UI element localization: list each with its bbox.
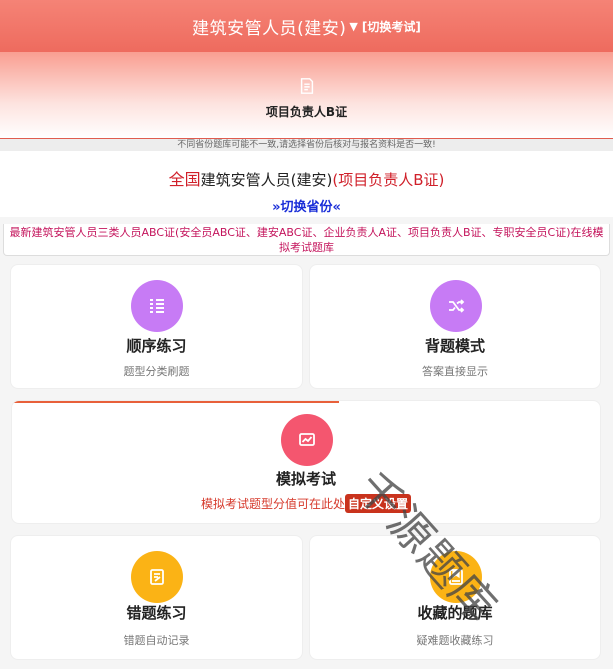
card-subtitle: 模拟考试题型分值可在此处 bbox=[200, 497, 345, 511]
top-header: 建筑安管人员(建安) ▼ [切换考试] bbox=[0, 0, 613, 52]
card-subtitle-row: 模拟考试题型分值可在此处 自定义设置 bbox=[12, 494, 600, 513]
exam-description: 最新建筑安管人员三类人员ABC证(安全员ABC证、建安ABC证、企业负责人A证、… bbox=[3, 224, 610, 256]
card-subtitle: 错题自动记录 bbox=[123, 634, 190, 647]
card-subtitle: 题型分类刷题 bbox=[123, 365, 190, 378]
card-title: 错题练习 bbox=[126, 604, 187, 622]
card-subtitle: 疑难题收藏练习 bbox=[416, 634, 494, 647]
category-label: 建筑安管人员(建安) bbox=[200, 171, 333, 189]
caret-down-icon[interactable]: ▼ bbox=[349, 20, 357, 33]
province-notice: 不同省份题库可能不一致,请选择省份后核对与报名资料是否一致! bbox=[0, 138, 613, 151]
exam-info: 全国建筑安管人员(建安)(项目负责人B证) »切换省份« bbox=[0, 151, 613, 217]
document-icon bbox=[300, 77, 313, 94]
card-title: 模拟考试 bbox=[275, 470, 336, 488]
switch-exam-link[interactable]: [切换考试] bbox=[362, 18, 421, 35]
memorize-mode-card[interactable]: 背题模式 答案直接显示 bbox=[309, 264, 601, 389]
subject-title: 项目负责人B证 bbox=[265, 104, 348, 119]
list-icon bbox=[131, 280, 183, 332]
region-label: 全国 bbox=[168, 170, 201, 189]
cert-label: (项目负责人B证) bbox=[332, 171, 445, 189]
favorites-card[interactable]: 收藏的题库 疑难题收藏练习 bbox=[309, 535, 601, 660]
card-title: 顺序练习 bbox=[126, 337, 187, 355]
custom-settings-button[interactable]: 自定义设置 bbox=[345, 494, 412, 513]
card-subtitle: 答案直接显示 bbox=[422, 365, 488, 378]
bookmark-icon bbox=[430, 551, 482, 603]
shuffle-icon bbox=[430, 280, 482, 332]
card-accent-line bbox=[12, 401, 339, 403]
exam-info-line: 全国建筑安管人员(建安)(项目负责人B证) bbox=[0, 166, 613, 190]
mock-exam-card[interactable]: 模拟考试 模拟考试题型分值可在此处 自定义设置 bbox=[11, 400, 601, 524]
card-title: 收藏的题库 bbox=[417, 604, 493, 622]
chart-icon bbox=[281, 414, 333, 466]
subject-banner: 项目负责人B证 bbox=[0, 52, 613, 138]
exam-title[interactable]: 建筑安管人员(建安) bbox=[192, 14, 346, 39]
card-title: 背题模式 bbox=[424, 337, 485, 355]
edit-icon bbox=[131, 551, 183, 603]
sequential-practice-card[interactable]: 顺序练习 题型分类刷题 bbox=[10, 264, 303, 389]
wrong-questions-card[interactable]: 错题练习 错题自动记录 bbox=[10, 535, 303, 660]
switch-province-link[interactable]: »切换省份« bbox=[0, 196, 613, 215]
